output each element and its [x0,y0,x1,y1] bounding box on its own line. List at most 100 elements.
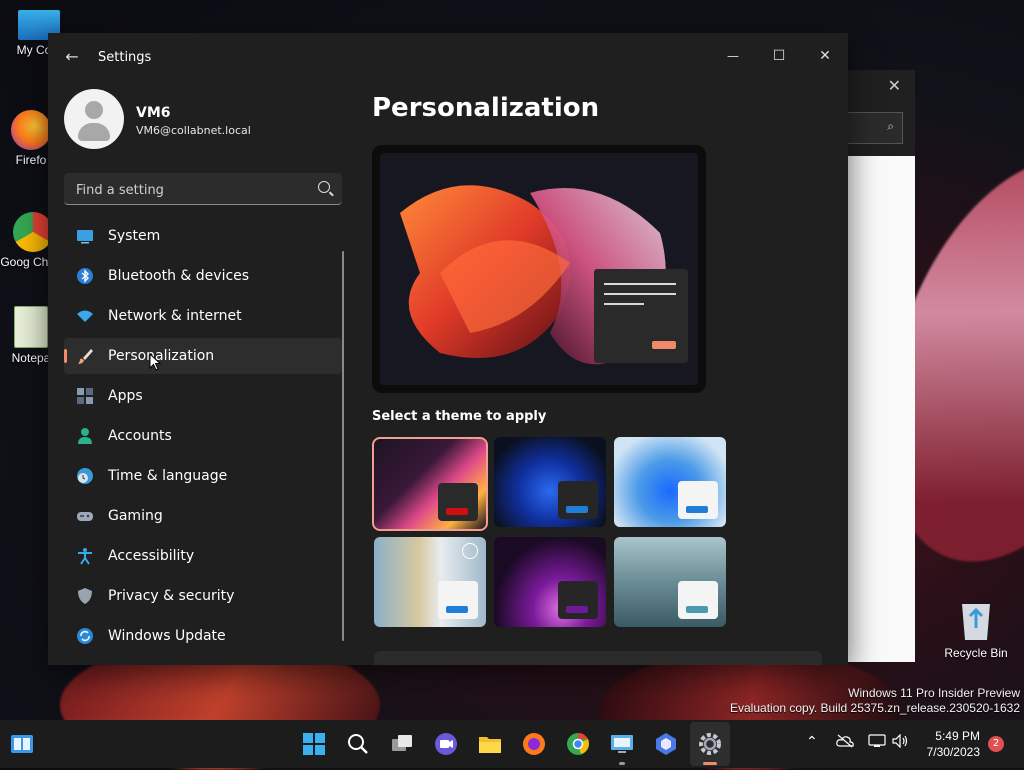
minimize-button[interactable]: — [710,41,756,71]
search-button[interactable] [344,730,372,758]
theme-tile-light-bloom[interactable] [614,437,726,527]
sidebar-item-label: Network & internet [108,308,242,324]
preview-text-line [604,293,676,295]
remote-desktop-button[interactable] [608,730,636,758]
task-view-button[interactable] [388,730,416,758]
preview-accent-button [652,341,676,349]
app-title: Settings [98,50,152,65]
maximize-button[interactable]: ☐ [756,41,802,71]
user-profile[interactable]: VM6 VM6@collabnet.local [64,89,344,151]
start-button[interactable] [300,730,328,758]
theme-tile-captured-motion[interactable] [494,537,606,627]
sidebar-scrollbar[interactable] [342,251,344,641]
sidebar-item-accessibility[interactable]: Accessibility [64,538,342,574]
wifi-icon [77,310,93,322]
search-input[interactable] [74,179,308,201]
theme-accent-swatch [566,606,588,613]
network-status[interactable] [868,734,886,752]
theme-section-label: Select a theme to apply [372,409,547,424]
sidebar-nav: System Bluetooth & devices Network & int… [64,218,342,658]
sidebar-item-windows-update[interactable]: Windows Update [64,618,342,654]
sidebar-item-personalization[interactable]: Personalization [64,338,342,374]
clock-date: 7/30/2023 [926,745,980,759]
gamepad-icon [77,512,93,521]
sidebar-item-label: Personalization [108,348,215,364]
copilot-button[interactable] [652,730,680,758]
theme-window-sample [558,581,598,619]
system-icon [77,230,93,244]
file-explorer-button[interactable] [476,730,504,758]
watermark-line: Evaluation copy. Build 25375.zn_release.… [730,701,1020,715]
preview-dialog-sample [594,269,688,363]
mouse-cursor-icon [149,353,161,371]
chrome-button[interactable] [564,730,592,758]
active-app-indicator [703,762,717,765]
chat-icon [435,733,457,755]
theme-grid [372,437,732,637]
sidebar-item-gaming[interactable]: Gaming [64,498,342,534]
notepad-icon [14,306,48,348]
sidebar-item-time-language[interactable]: Time & language [64,458,342,494]
sidebar-item-apps[interactable]: Apps [64,378,342,414]
titlebar: ← Settings — ☐ ✕ [48,33,848,81]
theme-tile-glow[interactable] [372,437,488,531]
theme-tile-dark-bloom[interactable] [494,437,606,527]
speaker-icon [892,733,908,749]
active-indicator [64,349,67,363]
taskbar-clock[interactable]: 5:49 PM 7/30/2023 [914,728,980,760]
teams-chat-button[interactable] [432,730,460,758]
background-window-search[interactable]: ⌕ [846,112,903,144]
theme-tile-spotlight[interactable] [374,537,486,627]
update-icon [77,628,93,644]
shield-icon [78,588,92,604]
sidebar-item-accounts[interactable]: Accounts [64,418,342,454]
windows-logo-icon [303,733,325,755]
widgets-button[interactable] [8,730,36,758]
search-icon: ⌕ [887,119,894,133]
search-field[interactable] [64,173,342,205]
sidebar-item-label: Privacy & security [108,588,235,604]
search-icon[interactable] [318,181,330,193]
folder-icon [479,737,501,753]
firefox-icon [11,110,51,150]
volume-status[interactable] [892,733,910,752]
apps-icon [77,388,93,404]
notification-badge[interactable]: 2 [988,736,1004,752]
desktop-icon-recycle-bin[interactable]: Recycle Bin [940,598,1012,660]
sidebar-item-bluetooth[interactable]: Bluetooth & devices [64,258,342,294]
sidebar-item-privacy[interactable]: Privacy & security [64,578,342,614]
avatar [64,89,124,149]
background-window-body [848,156,915,662]
theme-window-sample [438,581,478,619]
chevron-up-icon: ⌃ [806,734,818,750]
running-indicator [619,762,625,765]
firefox-button[interactable] [520,730,548,758]
accessibility-icon [78,548,92,565]
desktop-icon-label: Notepa [11,351,51,365]
onedrive-status[interactable] [836,734,854,752]
theme-accent-swatch [446,508,468,515]
sidebar-item-label: Gaming [108,508,163,524]
desktop-icon-label: Recycle Bin [944,646,1008,660]
chrome-icon [567,732,589,755]
close-button[interactable]: ✕ [802,41,848,71]
spotlight-icon [462,543,478,559]
page-title: Personalization [372,93,600,123]
preview-text-line [604,303,644,305]
theme-accent-swatch [686,606,708,613]
back-button[interactable]: ← [62,47,82,67]
settings-taskbar-button[interactable] [696,730,724,758]
show-hidden-icons-button[interactable]: ⌃ [806,734,818,750]
theme-tile-flow[interactable] [614,537,726,627]
close-icon[interactable]: ✕ [888,76,901,95]
theme-window-sample [438,483,478,521]
task-view-icon [392,735,412,751]
sidebar-item-network[interactable]: Network & internet [64,298,342,334]
sidebar-item-label: Bluetooth & devices [108,268,250,284]
preview-text-line [604,283,676,285]
sidebar-item-system[interactable]: System [64,218,342,254]
sidebar-item-label: Accounts [108,428,172,444]
clock-time: 5:49 PM [935,729,980,743]
settings-card[interactable] [374,651,822,665]
sidebar-item-label: Accessibility [108,548,195,564]
